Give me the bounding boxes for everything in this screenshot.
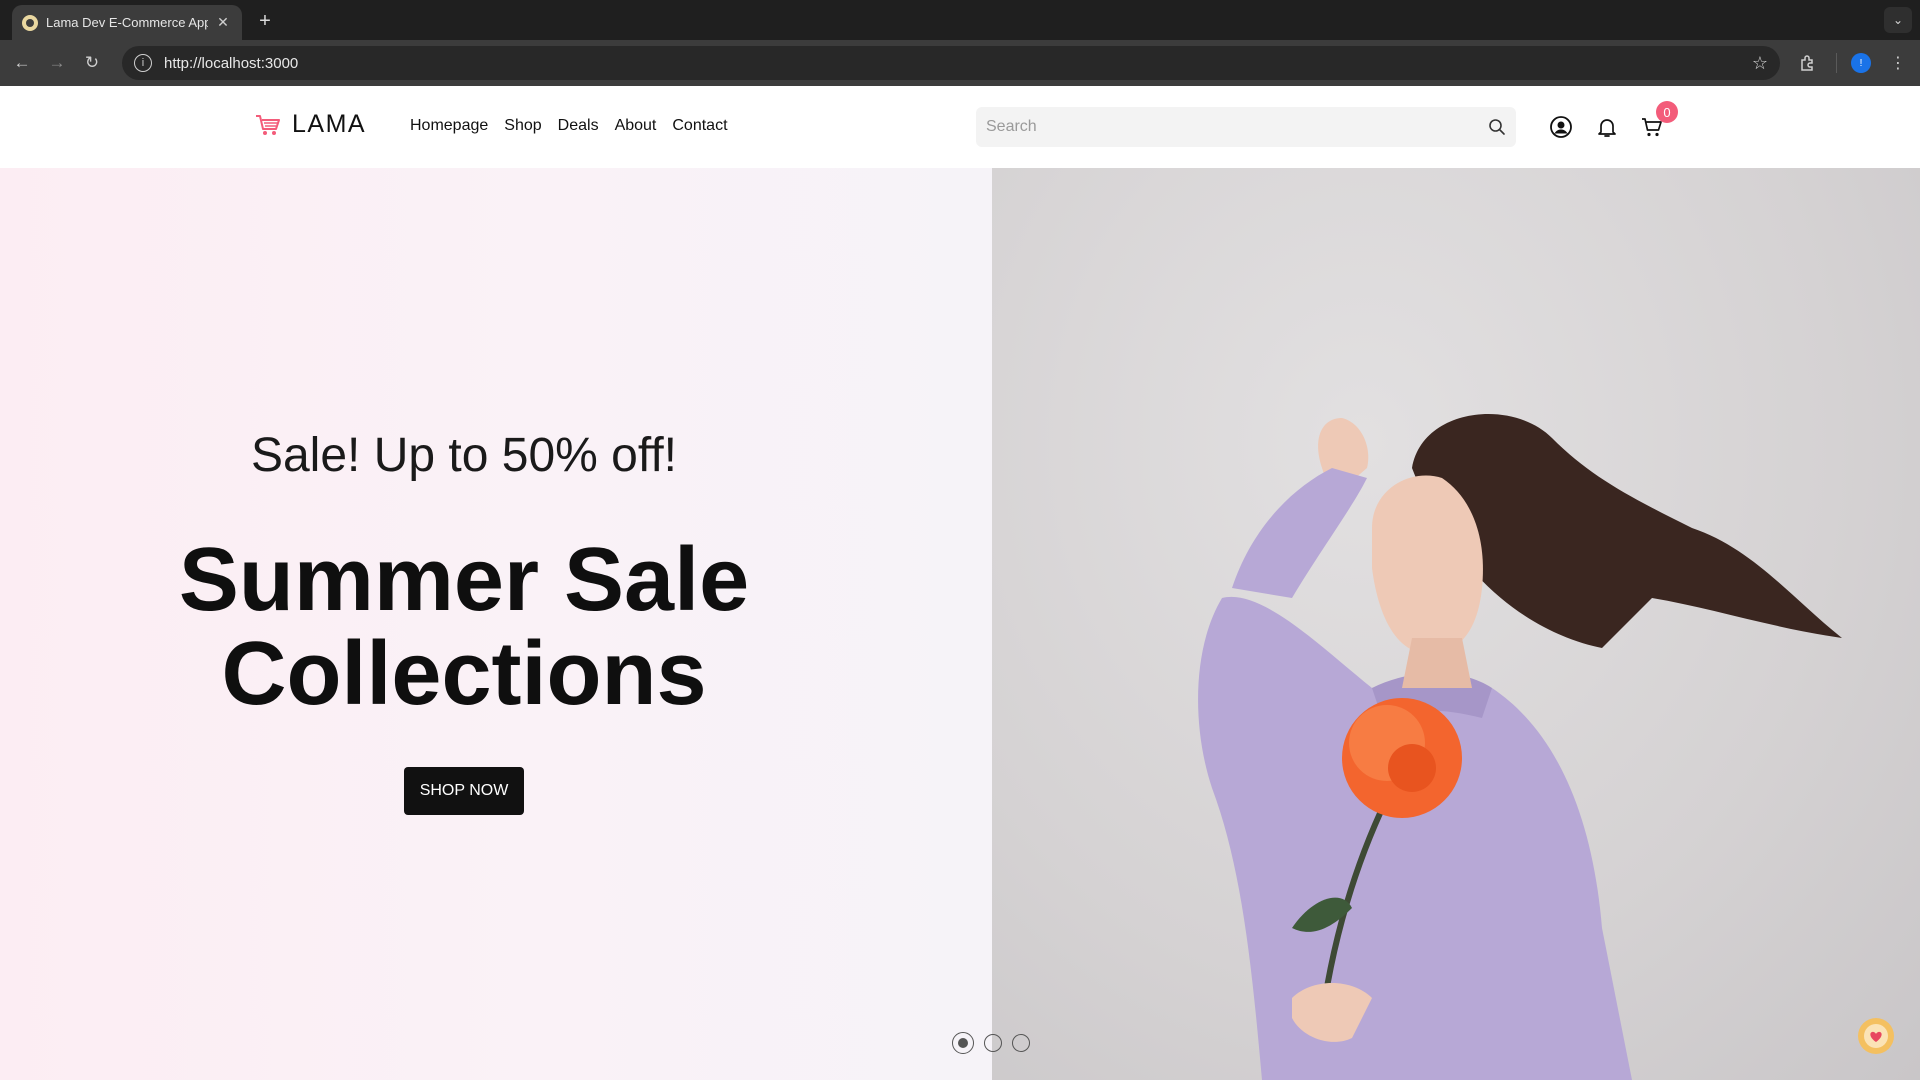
hero-subtitle: Sale! Up to 50% off! [250,429,678,482]
hero-title-line1: Summer Sale [178,530,750,630]
search-bar [976,107,1516,147]
reload-icon[interactable]: ↻ [78,49,106,77]
search-icon[interactable] [1488,118,1506,136]
slide-dot-1[interactable] [952,1032,974,1054]
model-photo-illustration [1198,414,1842,1080]
favicon-icon [22,14,38,31]
close-icon[interactable]: ✕ [214,14,232,32]
user-profile-icon[interactable] [1549,115,1573,139]
site-navbar: LAMA Homepage Shop Deals About Contact 0 [0,86,1920,168]
slide-dot-3[interactable] [1012,1034,1030,1052]
slide-dot-2[interactable] [984,1034,1002,1052]
notification-bell-icon[interactable] [1595,115,1619,139]
logo-text: LAMA [292,110,367,138]
browser-tabstrip: Lama Dev E-Commerce Appl ✕ + ⌄ [0,0,1920,40]
profile-avatar[interactable]: ! [1851,53,1871,73]
back-icon[interactable]: ← [8,49,36,77]
tab-title: Lama Dev E-Commerce Appl [46,15,208,30]
bookmark-star-icon[interactable]: ☆ [1752,53,1768,74]
site-logo[interactable]: LAMA [254,110,366,139]
forward-icon[interactable]: → [43,49,71,77]
menu-item-shop[interactable]: Shop [504,117,541,135]
extensions-icon[interactable] [1797,52,1819,74]
hero-title-line2: Collections [221,624,707,724]
cart-logo-icon [256,114,280,135]
shop-now-button[interactable]: SHOP NOW [404,767,524,815]
browser-tab[interactable]: Lama Dev E-Commerce Appl ✕ [12,5,242,40]
assistant-avatar-icon[interactable] [1858,1018,1894,1054]
new-tab-button[interactable]: + [252,8,278,34]
browser-menu-icon[interactable]: ⋮ [1887,52,1909,74]
slider-dots [952,1032,1030,1054]
hero-image [992,168,1920,1080]
url-text: http://localhost:3000 [164,54,299,72]
main-menu: Homepage Shop Deals About Contact [410,117,728,135]
site-info-icon[interactable]: i [134,54,152,72]
hero-text-panel: Sale! Up to 50% off! Summer Sale Collect… [0,168,992,1080]
menu-item-about[interactable]: About [615,117,657,135]
cart-count-badge: 0 [1656,101,1678,123]
heart-face-icon [1864,1024,1888,1048]
toolbar-divider [1836,53,1837,73]
search-input[interactable] [986,118,1488,136]
browser-toolbar: ← → ↻ i http://localhost:3000 ☆ ⋮ [0,40,1920,86]
tab-search-button[interactable]: ⌄ [1884,7,1912,33]
address-bar[interactable]: i http://localhost:3000 ☆ [122,46,1780,80]
hero-title: Summer Sale Collections [0,533,928,721]
menu-item-contact[interactable]: Contact [672,117,727,135]
hero-slider: Sale! Up to 50% off! Summer Sale Collect… [0,168,1920,1080]
menu-item-deals[interactable]: Deals [558,117,599,135]
menu-item-homepage[interactable]: Homepage [410,117,488,135]
